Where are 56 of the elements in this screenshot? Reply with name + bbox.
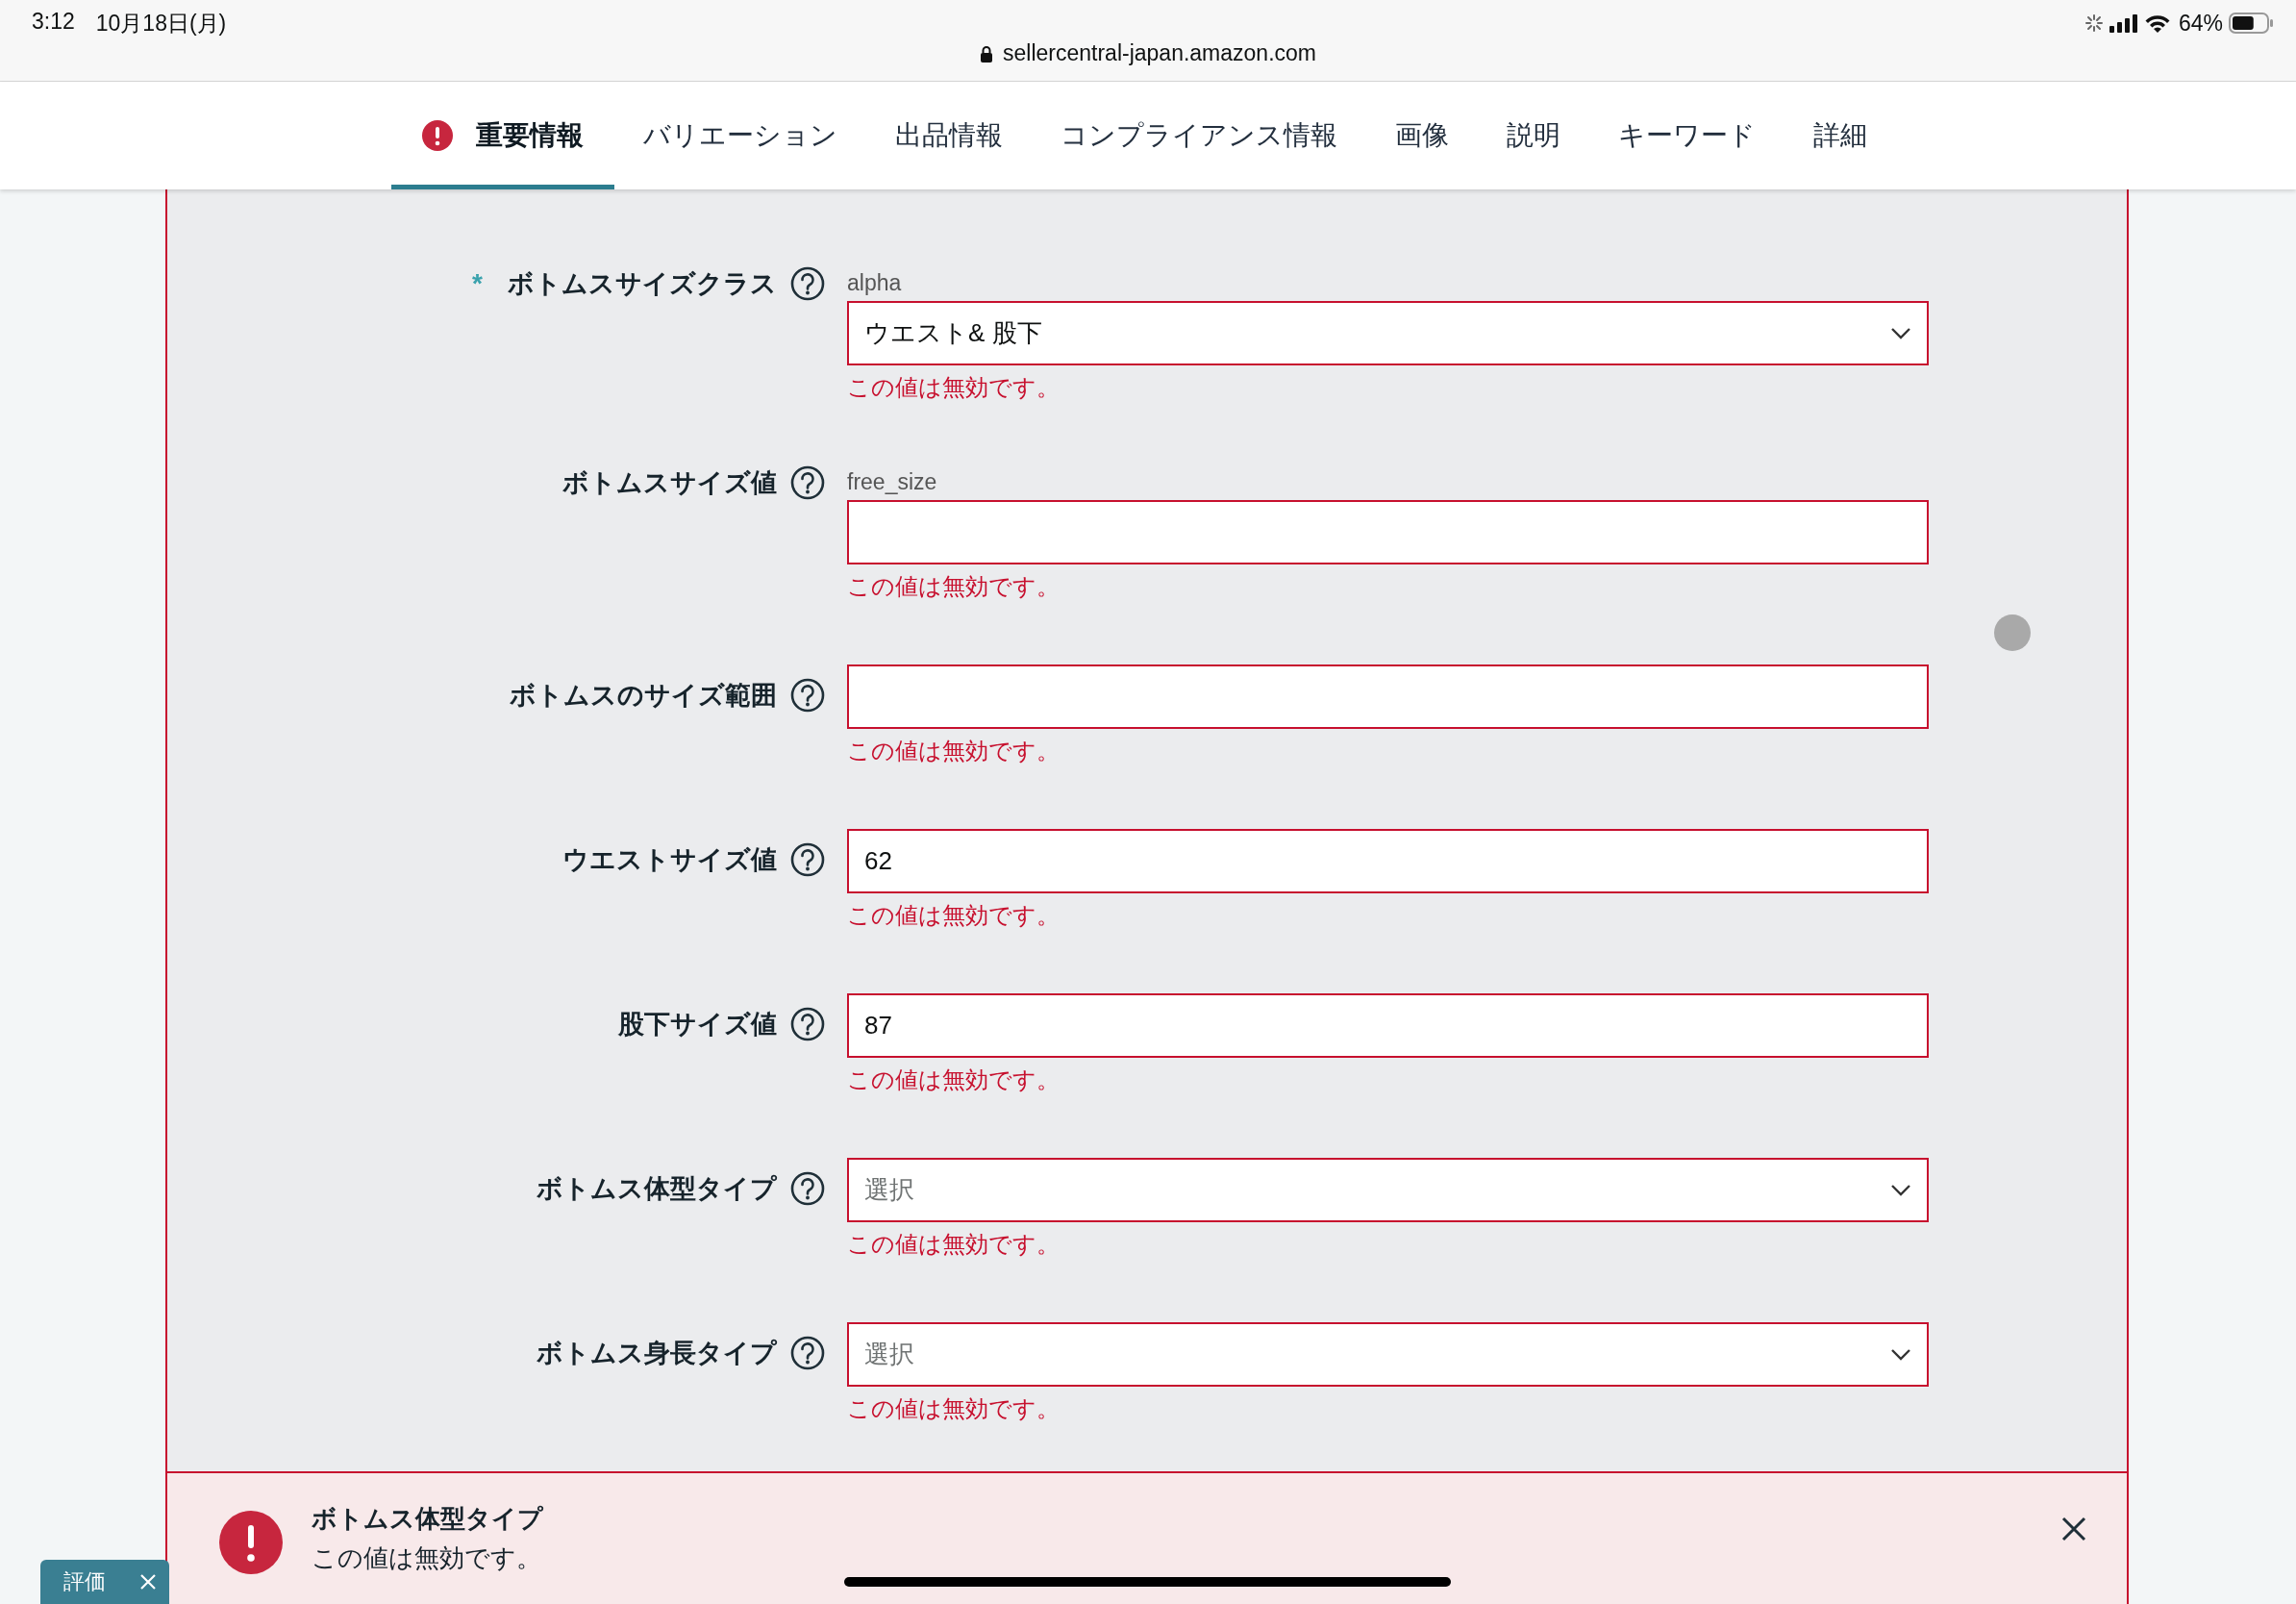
- help-icon[interactable]: [790, 1171, 825, 1206]
- error-message: この値は無効です。: [847, 1230, 1061, 1259]
- chevron-icon: [1890, 326, 1911, 340]
- field-label: ボトムスサイズ値: [562, 467, 777, 499]
- error-message: この値は無効です。: [847, 1065, 1061, 1094]
- dropdown-field[interactable]: 選択: [847, 1158, 1929, 1222]
- error-message: この値は無効です。: [847, 737, 1061, 765]
- alert-message: この値は無効です。: [312, 1542, 542, 1574]
- tab[interactable]: 出品情報: [865, 82, 1032, 189]
- error-message: この値は無効です。: [847, 572, 1061, 601]
- battery-percent: 64%: [2178, 10, 2223, 37]
- chevron-icon: [1890, 1183, 1911, 1197]
- dropdown-field[interactable]: ウエスト& 股下: [847, 301, 1929, 365]
- chevron-icon: [1890, 1347, 1911, 1362]
- error-message: この値は無効です。: [847, 373, 1061, 402]
- field-label: ボトムスのサイズ範囲: [510, 680, 777, 712]
- field-hint: free_size: [847, 468, 938, 496]
- tab[interactable]: 画像: [1365, 82, 1478, 189]
- help-icon[interactable]: [790, 1336, 825, 1370]
- dropdown-field[interactable]: 選択: [847, 1322, 1929, 1387]
- tab[interactable]: コンプライアンス情報: [1031, 82, 1366, 189]
- wifi-icon: [2143, 13, 2171, 34]
- tab[interactable]: 詳細: [1784, 82, 1896, 189]
- input-field[interactable]: 87: [847, 993, 1929, 1058]
- field-label: 股下サイズ値: [618, 1009, 777, 1040]
- error-icon: [219, 1511, 283, 1574]
- field-label: ボトムスサイズクラス: [508, 268, 777, 300]
- signal-icon: [2109, 13, 2138, 33]
- loading-icon: [2084, 13, 2104, 33]
- error-message: この値は無効です。: [847, 901, 1061, 930]
- url-text[interactable]: sellercentral-japan.amazon.com: [1003, 40, 1316, 66]
- help-icon[interactable]: [790, 842, 825, 877]
- field-label: ボトムス身長タイプ: [537, 1338, 777, 1369]
- input-field[interactable]: [847, 664, 1929, 729]
- input-field[interactable]: 62: [847, 829, 1929, 893]
- feedback-tab[interactable]: 評価: [40, 1560, 169, 1604]
- alert-title: ボトムス体型タイプ: [312, 1503, 544, 1535]
- required-mark: *: [472, 268, 483, 299]
- status-time: 3:12: [32, 8, 75, 36]
- error-message: この値は無効です。: [847, 1394, 1061, 1423]
- status-date: 10月18日(月): [95, 9, 227, 38]
- help-icon[interactable]: [790, 678, 825, 713]
- help-icon[interactable]: [790, 465, 825, 500]
- tab[interactable]: 説明: [1477, 82, 1589, 189]
- help-icon[interactable]: [790, 266, 825, 301]
- input-field[interactable]: [847, 500, 1929, 564]
- tab[interactable]: キーワード: [1588, 82, 1784, 189]
- feedback-label[interactable]: 評価: [63, 1567, 106, 1596]
- lock-icon: [980, 44, 993, 63]
- field-label: ボトムス体型タイプ: [537, 1173, 777, 1205]
- close-icon[interactable]: [2061, 1516, 2086, 1541]
- battery-icon: [2229, 12, 2275, 35]
- tab[interactable]: バリエーション: [613, 82, 866, 189]
- field-label: ウエストサイズ値: [562, 844, 777, 876]
- field-hint: alpha: [847, 269, 903, 297]
- help-icon[interactable]: [790, 1007, 825, 1041]
